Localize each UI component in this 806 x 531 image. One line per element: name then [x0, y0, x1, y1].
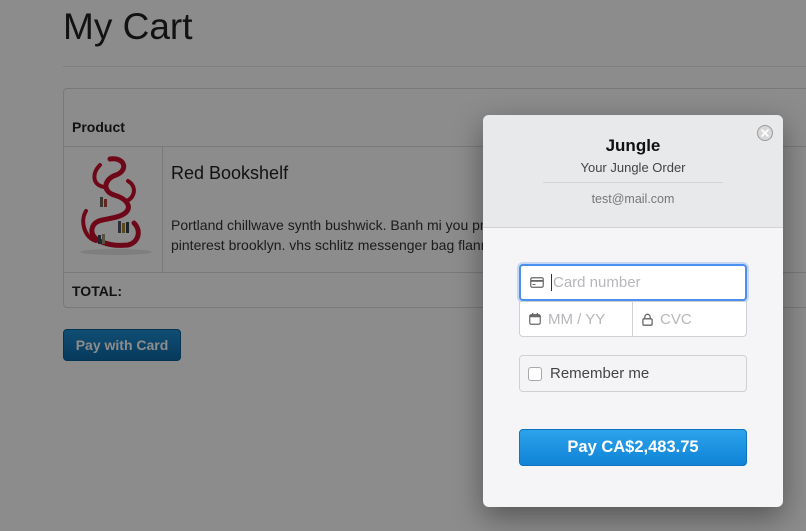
pay-button[interactable]: Pay CA$2,483.75: [519, 429, 747, 466]
expiry-placeholder: MM / YY: [548, 310, 606, 328]
order-description: Your Jungle Order: [580, 160, 686, 175]
header-divider: [543, 182, 723, 183]
calendar-icon: [529, 313, 541, 325]
card-number-placeholder: Card number: [553, 274, 641, 291]
remember-me-toggle[interactable]: Remember me: [519, 355, 747, 392]
lock-icon: [642, 313, 653, 326]
checkout-header: Jungle Your Jungle Order test@mail.com: [483, 115, 783, 228]
cvc-placeholder: CVC: [660, 310, 692, 328]
card-number-field[interactable]: Card number: [519, 264, 747, 301]
text-cursor: [551, 274, 552, 291]
credit-card-icon: [530, 277, 544, 288]
remember-me-label: Remember me: [550, 365, 650, 382]
remember-me-checkbox[interactable]: [528, 366, 542, 381]
cvc-field[interactable]: CVC: [632, 301, 747, 337]
expiry-field[interactable]: MM / YY: [519, 301, 633, 337]
customer-email[interactable]: test@mail.com: [483, 192, 783, 206]
merchant-name: Jungle: [605, 136, 661, 155]
checkout-modal: Jungle Your Jungle Order test@mail.com C…: [483, 115, 783, 507]
